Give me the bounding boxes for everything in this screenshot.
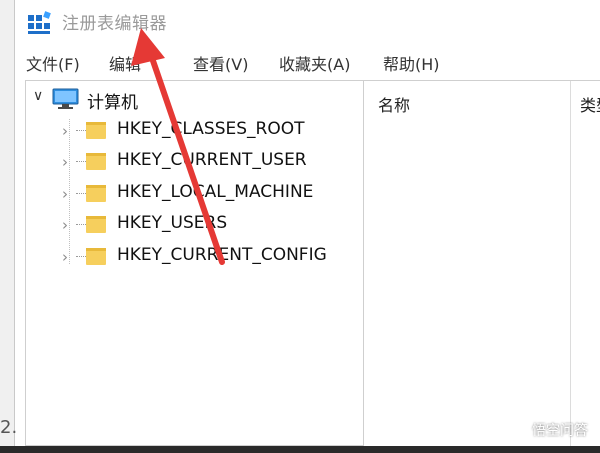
folder-icon xyxy=(86,153,106,170)
tree-item-label: HKEY_CLASSES_ROOT xyxy=(117,119,305,139)
folder-icon xyxy=(86,185,106,202)
folder-icon xyxy=(86,122,106,139)
menu-file[interactable]: 文件(F) xyxy=(26,51,80,75)
chevron-right-icon[interactable]: › xyxy=(62,248,68,266)
menu-view[interactable]: 查看(V) xyxy=(193,51,248,75)
regedit-window: 注册表编辑器 文件(F) 编辑 查看(V) 收藏夹(A) 帮助(H) ∨ 计算机… xyxy=(14,0,600,447)
folder-icon xyxy=(86,216,106,233)
menu-help[interactable]: 帮助(H) xyxy=(383,51,440,75)
menu-bar: 文件(F) 编辑 查看(V) 收藏夹(A) 帮助(H) xyxy=(15,46,600,80)
tree-root-label: 计算机 xyxy=(87,93,138,113)
chevron-right-icon[interactable]: › xyxy=(62,216,68,234)
window-title: 注册表编辑器 xyxy=(62,14,167,34)
title-bar: 注册表编辑器 xyxy=(15,0,600,46)
tree-item-hkcc[interactable]: › HKEY_CURRENT_CONFIG xyxy=(26,242,366,272)
watermark: 悟空问答 xyxy=(513,420,588,440)
edge-text: 2. xyxy=(0,417,18,438)
computer-icon xyxy=(52,88,79,109)
tree-item-hku[interactable]: › HKEY_USERS xyxy=(26,210,366,240)
menu-favorites[interactable]: 收藏夹(A) xyxy=(279,51,350,75)
menu-edit[interactable]: 编辑 xyxy=(109,51,141,75)
tree-item-hkcu[interactable]: › HKEY_CURRENT_USER xyxy=(26,147,366,177)
regedit-icon xyxy=(28,11,51,34)
column-separator[interactable] xyxy=(570,81,571,447)
tree-item-label: HKEY_CURRENT_USER xyxy=(117,150,307,170)
tree-item-hklm[interactable]: › HKEY_LOCAL_MACHINE xyxy=(26,179,366,209)
column-header-name[interactable]: 名称 xyxy=(378,92,410,116)
chevron-right-icon[interactable]: › xyxy=(62,122,68,140)
bottom-strip xyxy=(0,446,600,453)
tree-item-label: HKEY_USERS xyxy=(117,213,228,233)
key-tree-pane[interactable]: ∨ 计算机 › HKEY_CLASSES_ROOT › HKEY_CURRENT… xyxy=(25,80,368,446)
folder-icon xyxy=(86,248,106,265)
chevron-right-icon[interactable]: › xyxy=(62,153,68,171)
column-header-type[interactable]: 类型 xyxy=(580,92,600,116)
value-list-pane[interactable]: 名称 类型 xyxy=(363,80,600,447)
speech-bubble-icon xyxy=(513,423,529,437)
chevron-right-icon[interactable]: › xyxy=(62,185,68,203)
watermark-text: 悟空问答 xyxy=(532,423,588,439)
tree-item-label: HKEY_CURRENT_CONFIG xyxy=(117,245,327,265)
tree-item-label: HKEY_LOCAL_MACHINE xyxy=(117,182,314,202)
chevron-down-icon[interactable]: ∨ xyxy=(33,88,43,104)
tree-item-hkcr[interactable]: › HKEY_CLASSES_ROOT xyxy=(26,116,366,146)
